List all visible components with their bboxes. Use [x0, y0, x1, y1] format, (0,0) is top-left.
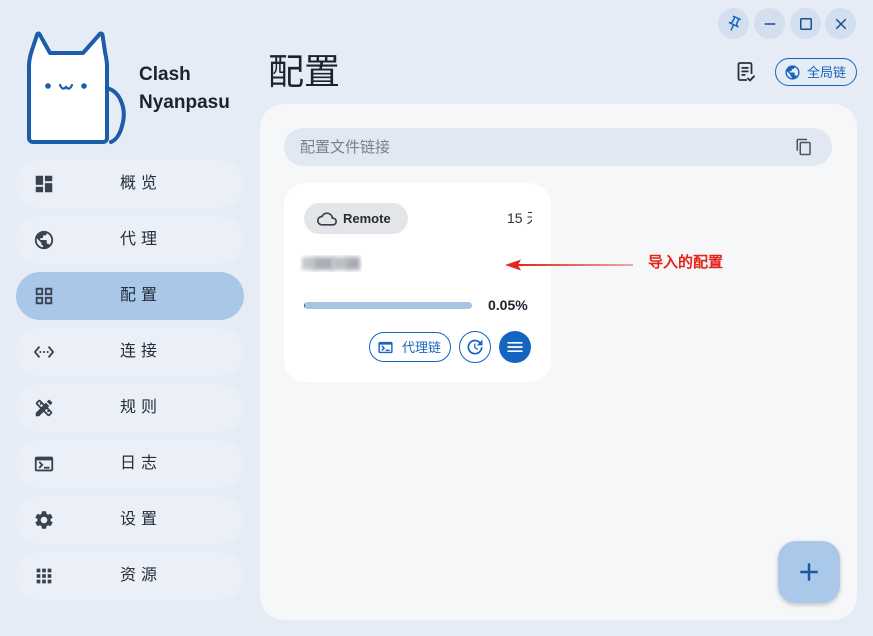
annotation-label: 导入的配置 — [648, 254, 724, 271]
profile-type-label: Remote — [343, 211, 391, 226]
cat-logo-icon — [27, 31, 126, 144]
sidebar-item-label: 配置 — [120, 287, 163, 304]
profile-url-input[interactable] — [284, 128, 784, 166]
usage-progress-bar — [304, 302, 472, 309]
sidebar-item-label: 连接 — [120, 343, 163, 360]
app-name-line2: Nyanpasu — [139, 92, 230, 113]
profile-type-chip: Remote — [304, 203, 408, 234]
close-icon — [835, 18, 846, 29]
update-profile-button[interactable] — [459, 331, 491, 363]
close-button[interactable] — [825, 8, 856, 39]
profile-url-field — [284, 128, 832, 166]
pin-icon — [728, 15, 741, 31]
fact-check-icon — [737, 62, 756, 83]
maximize-button[interactable] — [790, 8, 821, 39]
maximize-icon — [799, 17, 812, 30]
global-chain-button[interactable]: 全局链 — [775, 58, 857, 86]
design-services-icon — [35, 399, 53, 417]
update-icon — [467, 339, 483, 355]
globe-icon — [785, 64, 800, 80]
menu-icon — [507, 342, 523, 352]
sidebar-item-label: 日志 — [120, 455, 163, 472]
sidebar-item-overview[interactable]: 概览 — [16, 160, 244, 208]
terminal-icon — [34, 456, 54, 472]
app-name-line1: Clash — [139, 64, 191, 85]
terminal-icon — [378, 341, 393, 353]
runtime-config-button[interactable] — [734, 60, 758, 84]
sidebar-item-label: 设置 — [120, 511, 163, 528]
settings-ethernet-icon — [33, 346, 55, 358]
profile-menu-button[interactable] — [499, 331, 531, 363]
globe-icon — [34, 230, 54, 250]
sidebar-item-settings[interactable]: 设置 — [16, 496, 244, 544]
sidebar-item-profiles[interactable]: 配置 — [16, 272, 244, 320]
sidebar-item-label: 规则 — [120, 399, 163, 416]
sidebar-item-proxies[interactable]: 代理 — [16, 216, 244, 264]
pin-window-button[interactable] — [718, 8, 749, 39]
clipboard-icon — [796, 138, 811, 156]
usage-percent-label: 0.05% — [488, 297, 528, 313]
page-title: 配置 — [268, 51, 341, 92]
apps-icon — [36, 568, 52, 584]
gear-icon — [35, 511, 53, 529]
minimize-icon — [764, 22, 775, 25]
add-profile-button[interactable] — [778, 541, 840, 603]
paste-button[interactable] — [795, 138, 813, 156]
sidebar-item-label: 概览 — [120, 175, 163, 192]
global-chain-label: 全局链 — [807, 64, 847, 80]
sidebar-item-connections[interactable]: 连接 — [16, 328, 244, 376]
sidebar-item-logs[interactable]: 日志 — [16, 440, 244, 488]
grid-view-icon — [35, 287, 53, 305]
cloud-icon — [317, 212, 337, 226]
profile-updated-time: 15 天 — [507, 210, 532, 226]
proxy-chain-button[interactable]: 代理链 — [369, 332, 451, 362]
blurred-profile-name — [300, 255, 362, 272]
sidebar-item-label: 资源 — [120, 567, 163, 584]
plus-icon — [800, 563, 818, 581]
sidebar-item-label: 代理 — [120, 231, 163, 248]
proxy-chain-label: 代理链 — [402, 339, 442, 355]
profile-card[interactable]: Remote 15 天 0.05% 代理链 — [284, 183, 551, 382]
minimize-button[interactable] — [754, 8, 785, 39]
dashboard-icon — [35, 175, 53, 193]
sidebar-item-resources[interactable]: 资源 — [16, 552, 244, 600]
sidebar-item-rules[interactable]: 规则 — [16, 384, 244, 432]
annotation-arrow — [505, 259, 633, 271]
